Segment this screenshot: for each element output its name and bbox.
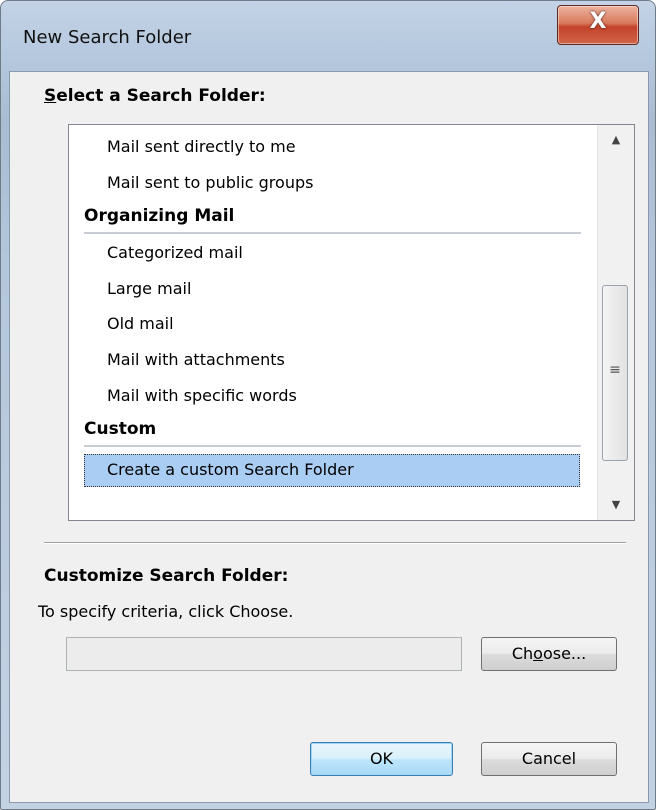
criteria-hint: To specify criteria, click Choose. <box>38 602 294 621</box>
section-separator <box>44 542 626 544</box>
group-divider <box>84 445 581 447</box>
group-divider <box>84 232 581 234</box>
list-scrollbar[interactable]: ▲ ≡ ▼ <box>597 125 634 520</box>
list-item-label: Create a custom Search Folder <box>107 460 354 479</box>
list-item[interactable]: Mail with specific words <box>107 386 297 405</box>
list-item[interactable]: Categorized mail <box>107 243 243 262</box>
triangle-down-icon[interactable]: ▼ <box>598 490 634 520</box>
criteria-field <box>66 637 462 671</box>
list-item[interactable]: Mail with attachments <box>107 350 285 369</box>
search-folder-list[interactable]: Mail sent directly to me Mail sent to pu… <box>68 124 635 521</box>
triangle-up-icon[interactable]: ▲ <box>598 125 634 155</box>
group-header-custom: Custom <box>84 419 157 439</box>
close-icon: X <box>589 9 607 34</box>
list-item[interactable]: Large mail <box>107 279 191 298</box>
scrollbar-thumb[interactable]: ≡ <box>602 285 628 461</box>
ok-button[interactable]: OK <box>310 742 453 776</box>
list-item[interactable]: Mail sent to public groups <box>107 173 313 192</box>
list-item-selected[interactable]: Create a custom Search Folder <box>84 454 580 487</box>
cancel-button[interactable]: Cancel <box>481 742 617 776</box>
dialog-window: New Search Folder X Select a Search Fold… <box>0 0 656 810</box>
list-item[interactable]: Old mail <box>107 314 174 333</box>
search-folder-list-items: Mail sent directly to me Mail sent to pu… <box>69 125 596 520</box>
dialog-client-area: Select a Search Folder: Mail sent direct… <box>9 71 649 803</box>
group-header-organizing-mail: Organizing Mail <box>84 206 235 226</box>
list-item[interactable]: Mail sent directly to me <box>107 137 296 156</box>
grip-icon: ≡ <box>609 362 621 378</box>
dialog-title: New Search Folder <box>23 27 192 48</box>
close-button[interactable]: X <box>557 5 639 45</box>
select-search-folder-label: Select a Search Folder: <box>44 86 266 106</box>
choose-button[interactable]: Choose... <box>481 637 617 671</box>
customize-search-folder-label: Customize Search Folder: <box>44 566 289 586</box>
title-bar[interactable]: New Search Folder X <box>1 1 655 71</box>
